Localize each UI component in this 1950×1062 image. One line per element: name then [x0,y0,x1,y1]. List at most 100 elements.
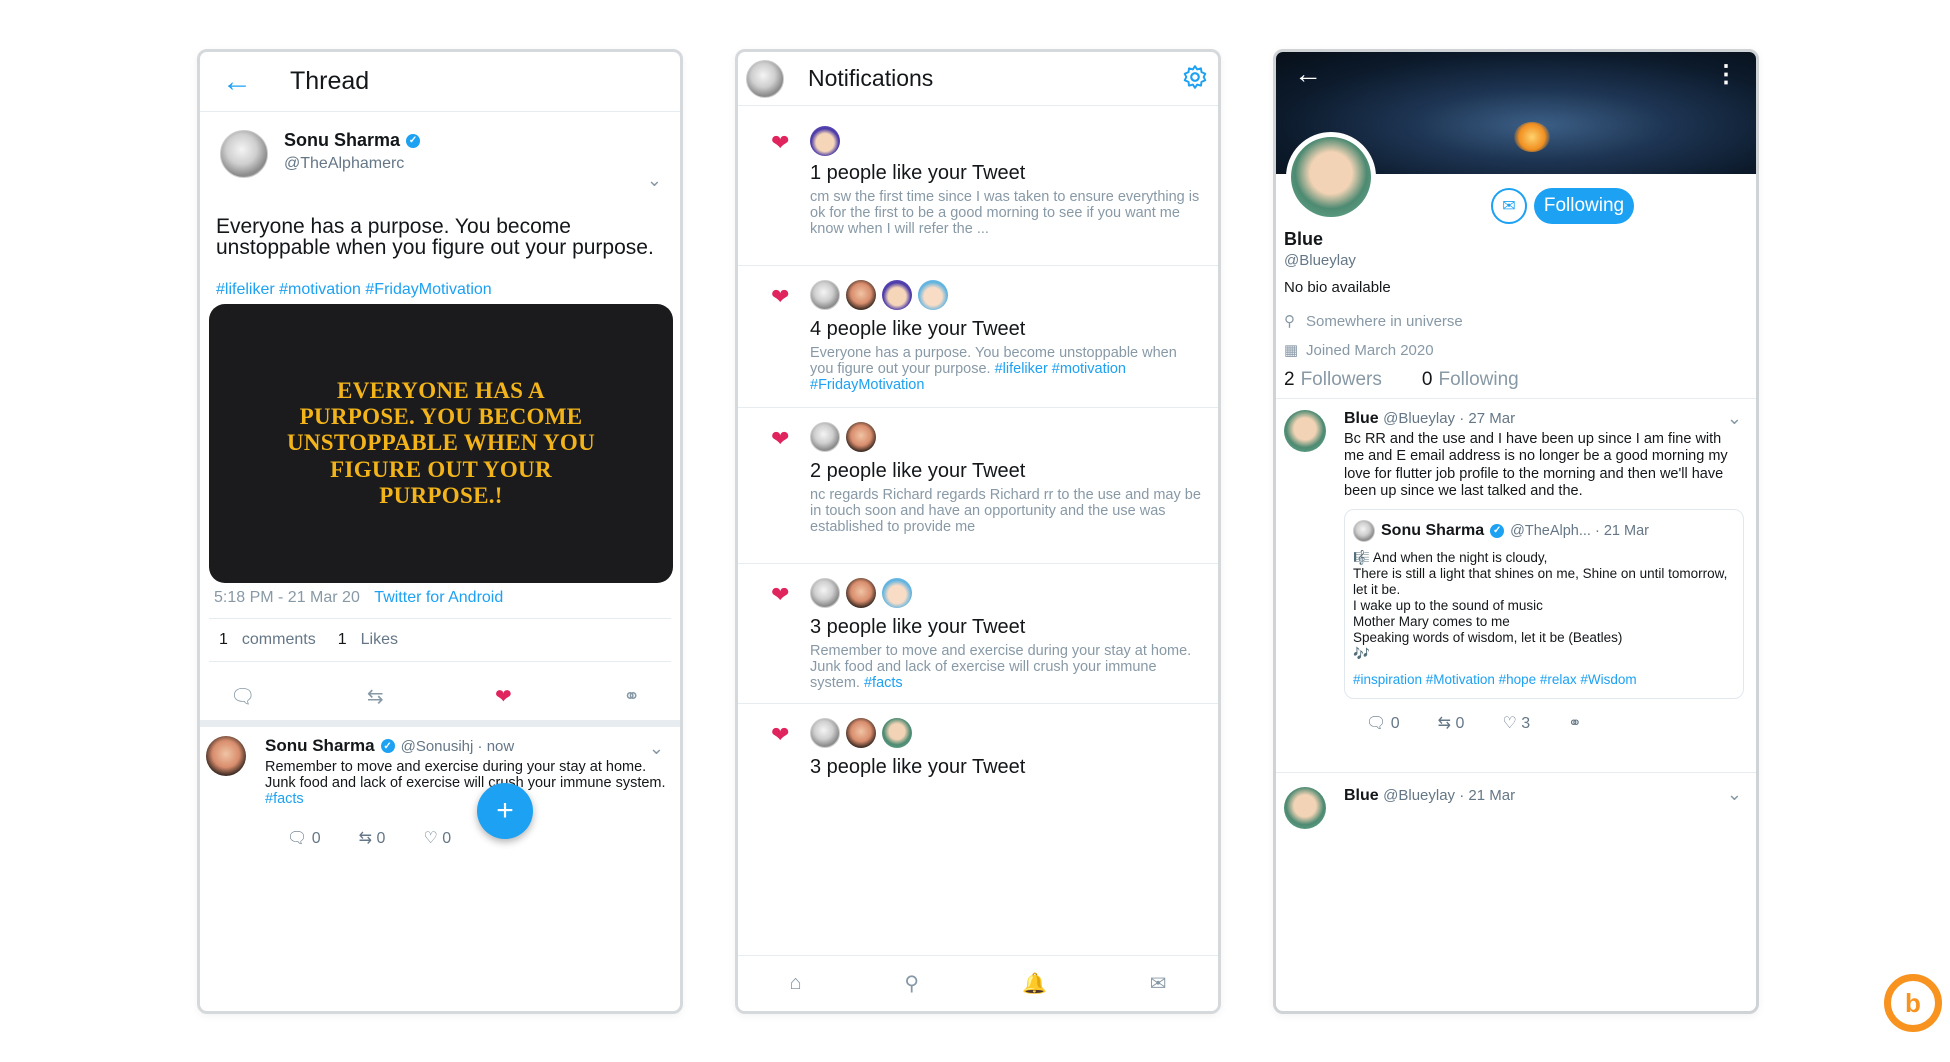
arrow-left-icon[interactable]: ← [1294,58,1322,90]
avatar[interactable] [882,578,912,608]
heart-outline-icon: ♡ [423,829,438,847]
avatar[interactable] [1284,410,1326,452]
avatar[interactable] [1284,787,1326,829]
avatar[interactable] [846,280,876,310]
divider [200,720,680,727]
following-link[interactable]: 0 Following [1422,369,1519,391]
followers-count: 2 [1284,369,1295,390]
author-name[interactable]: Sonu Sharma [284,130,400,151]
profile-location: ⚲ Somewhere in universe [1284,312,1463,330]
avatar[interactable] [882,718,912,748]
heart-icon[interactable]: ❤ [495,684,512,709]
profile-avatar[interactable] [1286,132,1376,222]
tweet-meta: @Blueylay · 21 Mar [1383,787,1516,804]
comment-action[interactable]: 🗨 0 [287,828,321,848]
retweet-action[interactable]: ⇆ 0 [1438,713,1465,733]
likes-count: 1 [337,631,347,648]
followers-link[interactable]: 2 Followers [1284,369,1382,391]
page-title: Thread [290,67,370,95]
retweet-icon[interactable]: ⇆ [367,684,384,709]
tweet-image[interactable]: EVERYONE HAS A PURPOSE. YOU BECOME UNSTO… [209,304,673,583]
quoted-tweet[interactable]: Sonu Sharma ✓ @TheAlph... · 21 Mar 🎼 And… [1344,508,1744,700]
reply-tweet[interactable]: Sonu Sharma ✓ @Sonusihj · now Remember t… [206,736,670,848]
notification-body: Remember to move and exercise during you… [810,643,1202,692]
share-icon[interactable]: ⚭ [1568,713,1581,733]
bell-icon[interactable]: 🔔 [1022,971,1047,996]
avatar[interactable] [810,422,840,452]
mail-icon[interactable]: ✉ [1150,971,1167,996]
profile-tweet[interactable]: Blue @Blueylay · 21 Mar [1284,787,1748,829]
avatar[interactable] [846,578,876,608]
avatar[interactable] [810,578,840,608]
gear-icon[interactable] [1182,64,1208,90]
heart-icon: ❤ [771,426,790,451]
notification-item[interactable]: ❤ 4 people like your Tweet Everyone has … [738,266,1218,408]
notification-item[interactable]: ❤ 1 people like your Tweet cm sw the fir… [738,108,1218,266]
following-button[interactable]: Following [1534,188,1634,224]
chevron-down-icon[interactable]: ⌄ [1727,784,1742,805]
notification-item[interactable]: ❤ 3 people like your Tweet Remember to m… [738,564,1218,704]
avatar[interactable] [810,280,840,310]
avatar[interactable] [846,718,876,748]
profile-tweet[interactable]: Blue @Blueylay · 27 Mar Bc RR and the us… [1284,410,1748,780]
tweet-source[interactable]: Twitter for Android [374,589,503,606]
joined-text: Joined March 2020 [1306,342,1434,359]
comment-action[interactable]: 🗨 0 [1366,713,1400,733]
notification-item[interactable]: ❤ 2 people like your Tweet nc regards Ri… [738,408,1218,564]
search-icon[interactable]: ⚲ [904,971,919,996]
avatar[interactable] [206,736,246,776]
author-handle[interactable]: @TheAlphamerc [284,155,420,173]
owl-lantern-glow [1514,122,1550,152]
heart-outline-icon: ♡ [1502,715,1517,733]
notification-hashtags[interactable]: #facts [864,675,903,691]
comment-count: 0 [311,829,321,847]
like-action[interactable]: ♡ 0 [423,828,451,848]
quote-hashtags[interactable]: #inspiration #Motivation #hope #relax #W… [1353,672,1735,688]
avatar[interactable] [882,280,912,310]
comment-icon[interactable]: 🗨 [230,684,255,709]
retweet-action[interactable]: ⇆ 0 [359,828,386,848]
tweet-author-name[interactable]: Blue [1344,410,1379,427]
calendar-icon: ▦ [1284,342,1299,359]
chevron-down-icon[interactable]: ⌄ [647,170,662,191]
following-count: 0 [1421,369,1433,390]
notifications-header: Notifications [738,52,1218,106]
chevron-down-icon[interactable]: ⌄ [1727,408,1742,429]
tweet-author-name[interactable]: Blue [1344,787,1379,804]
avatar[interactable] [810,126,840,156]
avatar[interactable] [846,422,876,452]
reply-text: Remember to move and exercise during you… [265,759,670,808]
message-button[interactable]: ✉ [1491,188,1527,224]
home-icon[interactable]: ⌂ [789,972,801,995]
tweet-hashtags[interactable]: #lifeliker #motivation #FridayMotivation [216,281,492,299]
more-vertical-icon[interactable]: ⋮ [1714,60,1738,89]
tweet-meta: @Blueylay · 27 Mar [1383,410,1516,427]
reply-author-name[interactable]: Sonu Sharma [265,736,375,756]
profile-handle: @Blueylay [1284,252,1356,269]
profile-name: Blue [1284,229,1324,249]
retweet-icon: ⇆ [358,829,373,847]
notification-title: 3 people like your Tweet [810,616,1026,638]
tweet-stats: 1 comments 1 Likes [209,618,671,662]
avatar[interactable] [918,280,948,310]
brand-logo: b [1884,974,1942,1032]
like-action[interactable]: ♡ 3 [1502,713,1530,733]
notification-item[interactable]: ❤ 3 people like your Tweet [738,704,1218,824]
arrow-left-icon[interactable]: ← [222,66,252,97]
profile-joined: ▦ Joined March 2020 [1284,341,1434,359]
avatar[interactable] [746,59,784,98]
tweet-text: Bc RR and the use and I have been up sin… [1344,431,1728,500]
followers-label: Followers [1300,369,1382,390]
heart-icon: ❤ [771,130,790,155]
avatar[interactable] [220,130,268,178]
chevron-down-icon[interactable]: ⌄ [649,738,664,759]
divider [1276,772,1756,773]
reply-hashtag[interactable]: #facts [265,791,304,807]
quote-author-name: Sonu Sharma [1381,521,1485,539]
avatar[interactable] [810,718,840,748]
share-icon[interactable]: ⚭ [623,684,640,709]
heart-icon: ❤ [771,284,790,309]
thread-header: ← Thread [200,52,680,112]
compose-fab-button[interactable]: + [477,783,533,839]
tweet-image-text: EVERYONE HAS A PURPOSE. YOU BECOME UNSTO… [286,377,596,508]
